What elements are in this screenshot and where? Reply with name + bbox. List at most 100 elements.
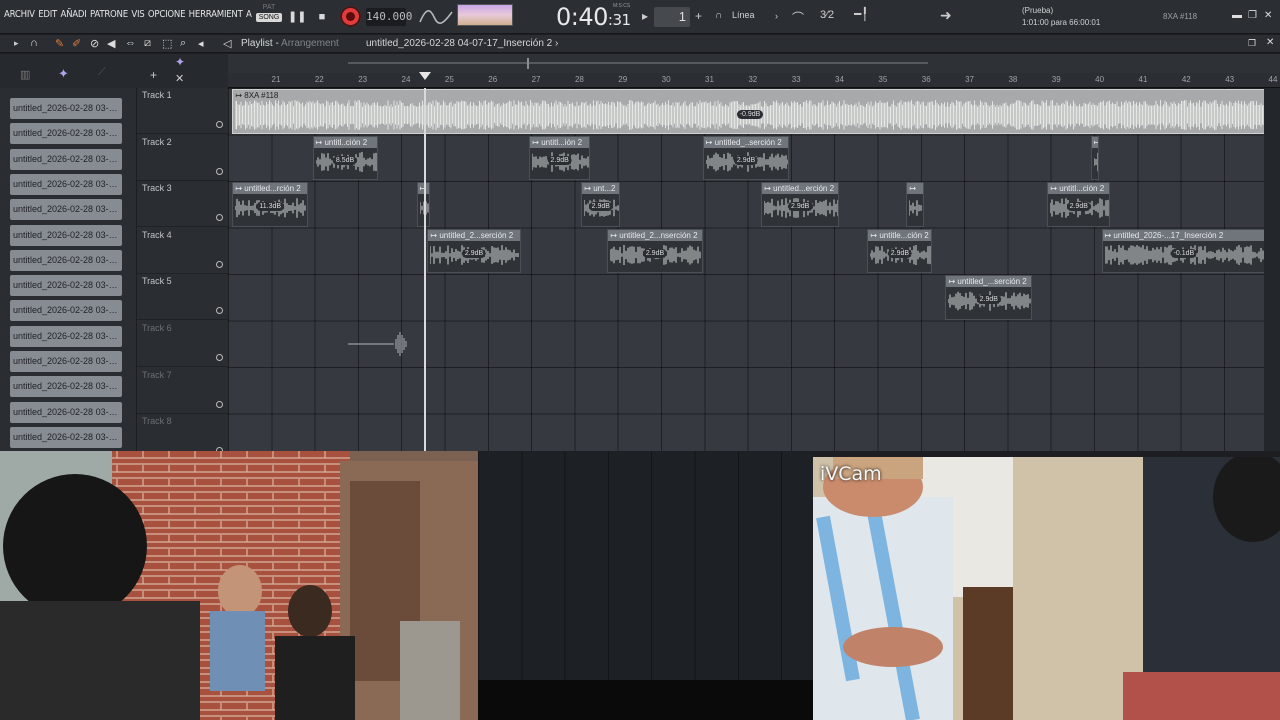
track-mute-icon[interactable] bbox=[216, 307, 223, 315]
clip-gain-badge[interactable]: 2.9dB bbox=[887, 248, 913, 258]
record-button[interactable] bbox=[340, 6, 361, 27]
select-tool-icon[interactable]: ⬚ bbox=[162, 37, 172, 50]
clip-gain-badge[interactable]: 2.9dB bbox=[547, 155, 572, 165]
clip-gain-badge[interactable]: 2.9dB bbox=[1066, 202, 1091, 212]
clip-header[interactable]: ↦ untitl...ión 2 bbox=[530, 136, 589, 148]
clip-gain-badge[interactable]: 2.9dB bbox=[461, 248, 487, 258]
clip-header[interactable]: ↦ bbox=[907, 183, 923, 195]
pitch-bend-icon[interactable]: ⌒ bbox=[792, 9, 804, 26]
track-mute-icon[interactable] bbox=[216, 400, 223, 408]
pattern-add-icon[interactable]: + bbox=[695, 9, 702, 23]
playlist-selected-clip[interactable]: untitled_2026-02-28 04-07-17_Inserción 2… bbox=[366, 38, 558, 49]
audio-clip[interactable]: ↦ untitled_2026-...17_Inserción 2 -0.1dB bbox=[1101, 228, 1264, 274]
playlist-overview[interactable] bbox=[228, 54, 1280, 73]
mute-tool-icon[interactable]: ◀ bbox=[107, 37, 115, 50]
picker-clip-item[interactable]: untitled_2026-02-28 03-… bbox=[10, 401, 122, 423]
playlist-close-icon[interactable]: ✕ bbox=[1266, 37, 1274, 48]
audio-clip[interactable]: ↦ bbox=[416, 182, 430, 227]
clip-header[interactable]: ↦ untitled_...serción 2 bbox=[946, 276, 1032, 288]
track-header[interactable]: Track 3 bbox=[137, 181, 228, 228]
picker-clip-item[interactable]: untitled_2026-02-28 03-… bbox=[10, 98, 122, 119]
close-icon[interactable]: ✕ bbox=[1264, 10, 1272, 21]
picker-clip-item[interactable]: untitled_2026-02-28 03-… bbox=[10, 199, 122, 221]
stop-button[interactable]: ■ bbox=[314, 9, 330, 25]
menu-ayuda[interactable]: A bbox=[246, 9, 252, 20]
pattern-song-toggle[interactable]: PAT SONG bbox=[256, 4, 282, 30]
clip-gain-badge[interactable]: 11.3dB bbox=[256, 202, 285, 212]
slice-tool-icon[interactable]: ⧄ bbox=[144, 37, 151, 50]
playhead-marker[interactable] bbox=[419, 72, 432, 80]
brush-tool-icon[interactable]: ✐ bbox=[72, 37, 81, 50]
track-mute-icon[interactable] bbox=[216, 214, 223, 222]
minimize-icon[interactable]: ▬ bbox=[1232, 10, 1242, 21]
picker-clip-item[interactable]: untitled_2026-02-28 03-… bbox=[10, 426, 122, 448]
picker-automation-icon[interactable]: ⟋ bbox=[98, 66, 106, 79]
pattern-selector[interactable]: 1 bbox=[654, 7, 690, 27]
clip-gain-badge[interactable]: 2.9dB bbox=[976, 295, 1001, 305]
audio-clip[interactable]: ↦ untitl...ión 2 2.9dB bbox=[529, 135, 590, 181]
playback-tool-icon[interactable]: ◂ bbox=[198, 37, 204, 50]
picker-clip-item[interactable]: untitled_2026-02-28 03-… bbox=[10, 275, 122, 297]
picker-clip-item[interactable]: untitled_2026-02-28 03-… bbox=[10, 249, 122, 271]
track-header[interactable]: Track 6 bbox=[137, 321, 228, 367]
menu-herramientas[interactable]: HERRAMIENT bbox=[189, 9, 243, 20]
audio-clip[interactable]: ↦ untitled_2...nserción 2 2.9dB bbox=[607, 228, 703, 274]
clip-header[interactable]: ↦ untitled...erción 2 bbox=[762, 183, 839, 195]
zoom-tool-icon[interactable]: ⌕ bbox=[180, 37, 186, 50]
menu-anadir[interactable]: AÑADI bbox=[60, 9, 86, 20]
clip-header[interactable]: ↦ bbox=[417, 183, 429, 195]
audio-clip[interactable]: ↦ unt...2 2.9dB bbox=[581, 182, 621, 227]
magnet-snap-icon[interactable]: ∩ bbox=[30, 37, 38, 49]
clip-header[interactable]: ↦ untitle...ción 2 bbox=[868, 229, 932, 241]
snap-next-icon[interactable]: › bbox=[775, 11, 778, 21]
maximize-icon[interactable]: ❐ bbox=[1248, 10, 1257, 21]
clip-header[interactable]: ↦ untitl..ción 2 bbox=[313, 136, 377, 148]
track-header[interactable]: Track 2 bbox=[137, 135, 228, 181]
audio-clip[interactable]: ↦ untitled...erción 2 2.9dB bbox=[761, 182, 840, 227]
menu-archivo[interactable]: ARCHIV bbox=[4, 9, 35, 20]
clip-header[interactable]: ↦ untitled_..serción 2 bbox=[703, 136, 789, 148]
snap-selector[interactable]: Línea bbox=[732, 10, 755, 20]
clip-gain-badge[interactable]: -0.9dB bbox=[736, 110, 764, 119]
playlist-grid[interactable]: ↦ 8XA #118 -0.9dB ↦ untitl..ción 2 8.5dB ↦ u… bbox=[228, 88, 1264, 451]
picker-clip-item[interactable]: untitled_2026-02-28 03-… bbox=[10, 376, 122, 398]
clip-header[interactable]: ↦ untitl...ción 2 bbox=[1048, 183, 1110, 195]
remove-track-icon[interactable]: ✕ bbox=[175, 72, 184, 85]
audio-clip[interactable]: ↦ untitle...ción 2 2.9dB bbox=[867, 228, 933, 274]
master-volume-slider[interactable]: ━╿ bbox=[854, 7, 868, 21]
clip-header[interactable]: ↦ untitled...rción 2 bbox=[233, 183, 308, 195]
clip-header[interactable]: ↦ untitled_2026-...17_Inserción 2 bbox=[1102, 229, 1264, 241]
picker-clip-item[interactable]: untitled_2026-02-28 03-… bbox=[10, 300, 122, 322]
playlist-restore-icon[interactable]: ❐ bbox=[1248, 38, 1256, 49]
pencil-tool-icon[interactable]: ✎ bbox=[55, 37, 64, 50]
audio-clip[interactable]: ↦ bbox=[1090, 135, 1100, 181]
picker-clip-item[interactable]: untitled_2026-02-28 03-… bbox=[10, 224, 122, 246]
track-header[interactable]: Track 1 bbox=[137, 88, 228, 134]
picker-pattern-icon[interactable]: ▥ bbox=[20, 68, 30, 81]
menu-vista[interactable]: VIS bbox=[131, 9, 144, 20]
picker-clip-item[interactable]: untitled_2026-02-28 03-… bbox=[10, 173, 122, 195]
clip-header[interactable]: ↦ untitled_2...nserción 2 bbox=[608, 229, 702, 241]
audio-clip[interactable]: ↦ 8XA #118 -0.9dB bbox=[232, 89, 1264, 134]
audio-clip[interactable]: ↦ untitl...ción 2 2.9dB bbox=[1047, 182, 1111, 227]
audio-clip[interactable]: ↦ bbox=[906, 182, 924, 227]
audio-clip[interactable]: ↦ untitled_..serción 2 2.9dB bbox=[702, 135, 790, 181]
clip-gain-badge[interactable]: -0.1dB bbox=[1170, 248, 1198, 258]
track-mute-icon[interactable] bbox=[216, 354, 223, 361]
clip-gain-badge[interactable]: 2.9dB bbox=[788, 202, 813, 212]
clip-gain-badge[interactable]: 2.9dB bbox=[642, 248, 668, 258]
vertical-scrollbar[interactable] bbox=[1264, 88, 1280, 451]
picker-clip-item[interactable]: untitled_2026-02-28 03-… bbox=[10, 123, 122, 145]
picker-clip-item[interactable]: untitled_2026-02-28 03-… bbox=[10, 148, 122, 170]
track-mute-icon[interactable] bbox=[216, 260, 223, 268]
track-header[interactable]: Track 7 bbox=[137, 368, 228, 414]
menu-opciones[interactable]: OPCIONE bbox=[148, 9, 186, 20]
add-track-icon[interactable]: + bbox=[150, 68, 157, 82]
clip-gain-badge[interactable]: 2.9dB bbox=[733, 155, 759, 165]
pattern-prev-icon[interactable]: ▸ bbox=[642, 9, 648, 23]
delete-tool-icon[interactable]: ⊘ bbox=[90, 37, 99, 50]
audio-clip[interactable]: ↦ untitled_2...serción 2 2.9dB bbox=[427, 228, 521, 274]
clip-gain-badge[interactable]: 2.9dB bbox=[588, 202, 613, 212]
track-mute-icon[interactable] bbox=[216, 121, 223, 128]
audio-clip[interactable]: ↦ untitled...rción 2 11.3dB bbox=[232, 182, 309, 227]
